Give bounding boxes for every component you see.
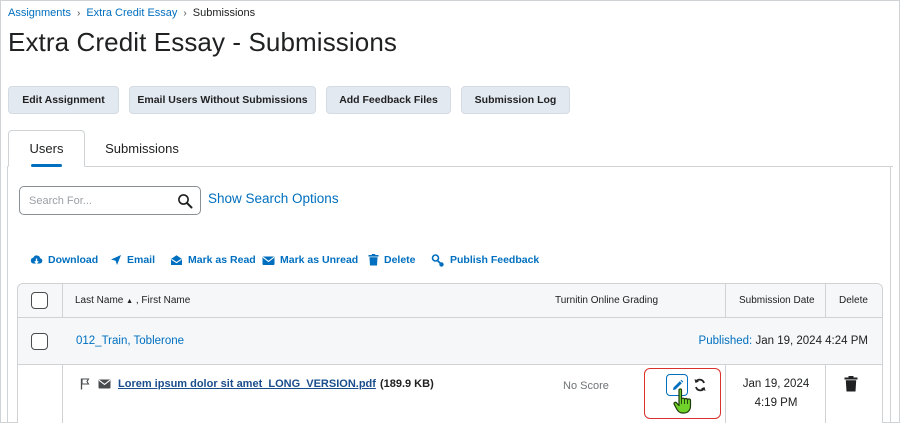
envelope-open-icon [171,255,182,265]
row-checkbox[interactable] [31,333,48,350]
breadcrumb-assignments[interactable]: Assignments [8,7,71,19]
hand-cursor-icon [673,388,692,414]
email-label: Email [127,254,156,266]
download-cloud-icon [30,255,43,264]
submission-file-link[interactable]: Lorem ipsum dolor sit amet_LONG_VERSION.… [118,378,376,390]
sync-icon [694,378,706,392]
email-button[interactable]: Email [110,252,155,268]
column-divider [825,284,826,318]
envelope-icon [98,379,111,389]
mark-as-read-label: Mark as Read [188,254,256,266]
delete-button[interactable]: Delete [368,252,416,268]
breadcrumb-current: Submissions [192,7,256,19]
breadcrumb-separator: › [183,7,187,19]
breadcrumb: Assignments › Extra Credit Essay › Submi… [8,7,255,19]
mark-as-read-button[interactable]: Mark as Read [170,252,256,268]
submission-date: Jan 19, 2024 4:19 PM [726,375,826,413]
column-divider [825,365,826,423]
show-search-options-link[interactable]: Show Search Options [208,191,339,206]
last-name-header-label: Last Name [75,295,124,306]
turnitin-header: Turnitin Online Grading [555,295,659,306]
flag-icon[interactable] [80,378,90,390]
mark-as-unread-label: Mark as Unread [280,254,359,266]
edit-assignment-button[interactable]: Edit Assignment [8,86,119,114]
tab-users-label: Users [29,141,64,156]
submissions-table: Last Name ▲ , First Name Turnitin Online… [17,283,883,423]
breadcrumb-separator: › [76,7,81,19]
submission-log-button[interactable]: Submission Log [461,86,570,114]
table-row: 012_Train, Toblerone Published: Jan 19, … [18,318,882,365]
publish-feedback-icon [431,253,444,267]
select-all-checkbox[interactable] [31,292,48,309]
trash-icon [368,254,379,266]
user-name-link[interactable]: 012_Train, Toblerone [76,335,184,347]
publish-feedback-label: Publish Feedback [450,254,540,266]
email-users-button[interactable]: Email Users Without Submissions [129,86,316,114]
sort-ascending-icon: ▲ [126,298,134,305]
published-status: Published: Jan 19, 2024 4:24 PM [699,335,868,347]
submission-date-header: Submission Date [739,295,815,306]
column-divider [62,365,63,423]
search-icon[interactable] [177,193,193,209]
delete-submission-icon[interactable] [844,376,858,392]
publish-feedback-button[interactable]: Publish Feedback [431,252,539,268]
tab-submissions[interactable]: Submissions [86,130,198,167]
file-size: (189.9 KB) [379,378,434,390]
published-date: Jan 19, 2024 4:24 PM [755,335,868,347]
mark-as-unread-button[interactable]: Mark as Unread [262,252,358,268]
submission-file: Lorem ipsum dolor sit amet_LONG_VERSION.… [80,378,434,390]
tab-submissions-label: Submissions [105,141,179,156]
breadcrumb-extra-credit-essay[interactable]: Extra Credit Essay [86,7,177,19]
column-divider [62,284,63,318]
page-title: Extra Credit Essay - Submissions [8,27,397,57]
submission-date-time: 4:19 PM [754,397,798,409]
last-name-header[interactable]: Last Name ▲ , First Name [75,295,190,306]
table-header: Last Name ▲ , First Name Turnitin Online… [18,284,882,318]
submission-date-day: Jan 19, 2024 [742,378,810,390]
search-box [19,186,201,215]
send-icon [111,255,121,265]
download-label: Download [48,254,99,266]
search-input[interactable] [29,193,169,209]
turnitin-score: No Score [563,380,609,392]
column-divider [725,284,726,318]
sync-grade-button[interactable] [692,375,708,395]
add-feedback-files-button[interactable]: Add Feedback Files [326,86,451,114]
delete-label: Delete [384,254,416,266]
first-name-header-label[interactable]: , First Name [136,295,190,306]
download-button[interactable]: Download [30,252,98,268]
tab-users[interactable]: Users [8,130,85,167]
published-label[interactable]: Published: [699,335,753,347]
envelope-icon [262,256,275,265]
submission-row: Lorem ipsum dolor sit amet_LONG_VERSION.… [18,365,882,423]
delete-header: Delete [839,295,868,306]
